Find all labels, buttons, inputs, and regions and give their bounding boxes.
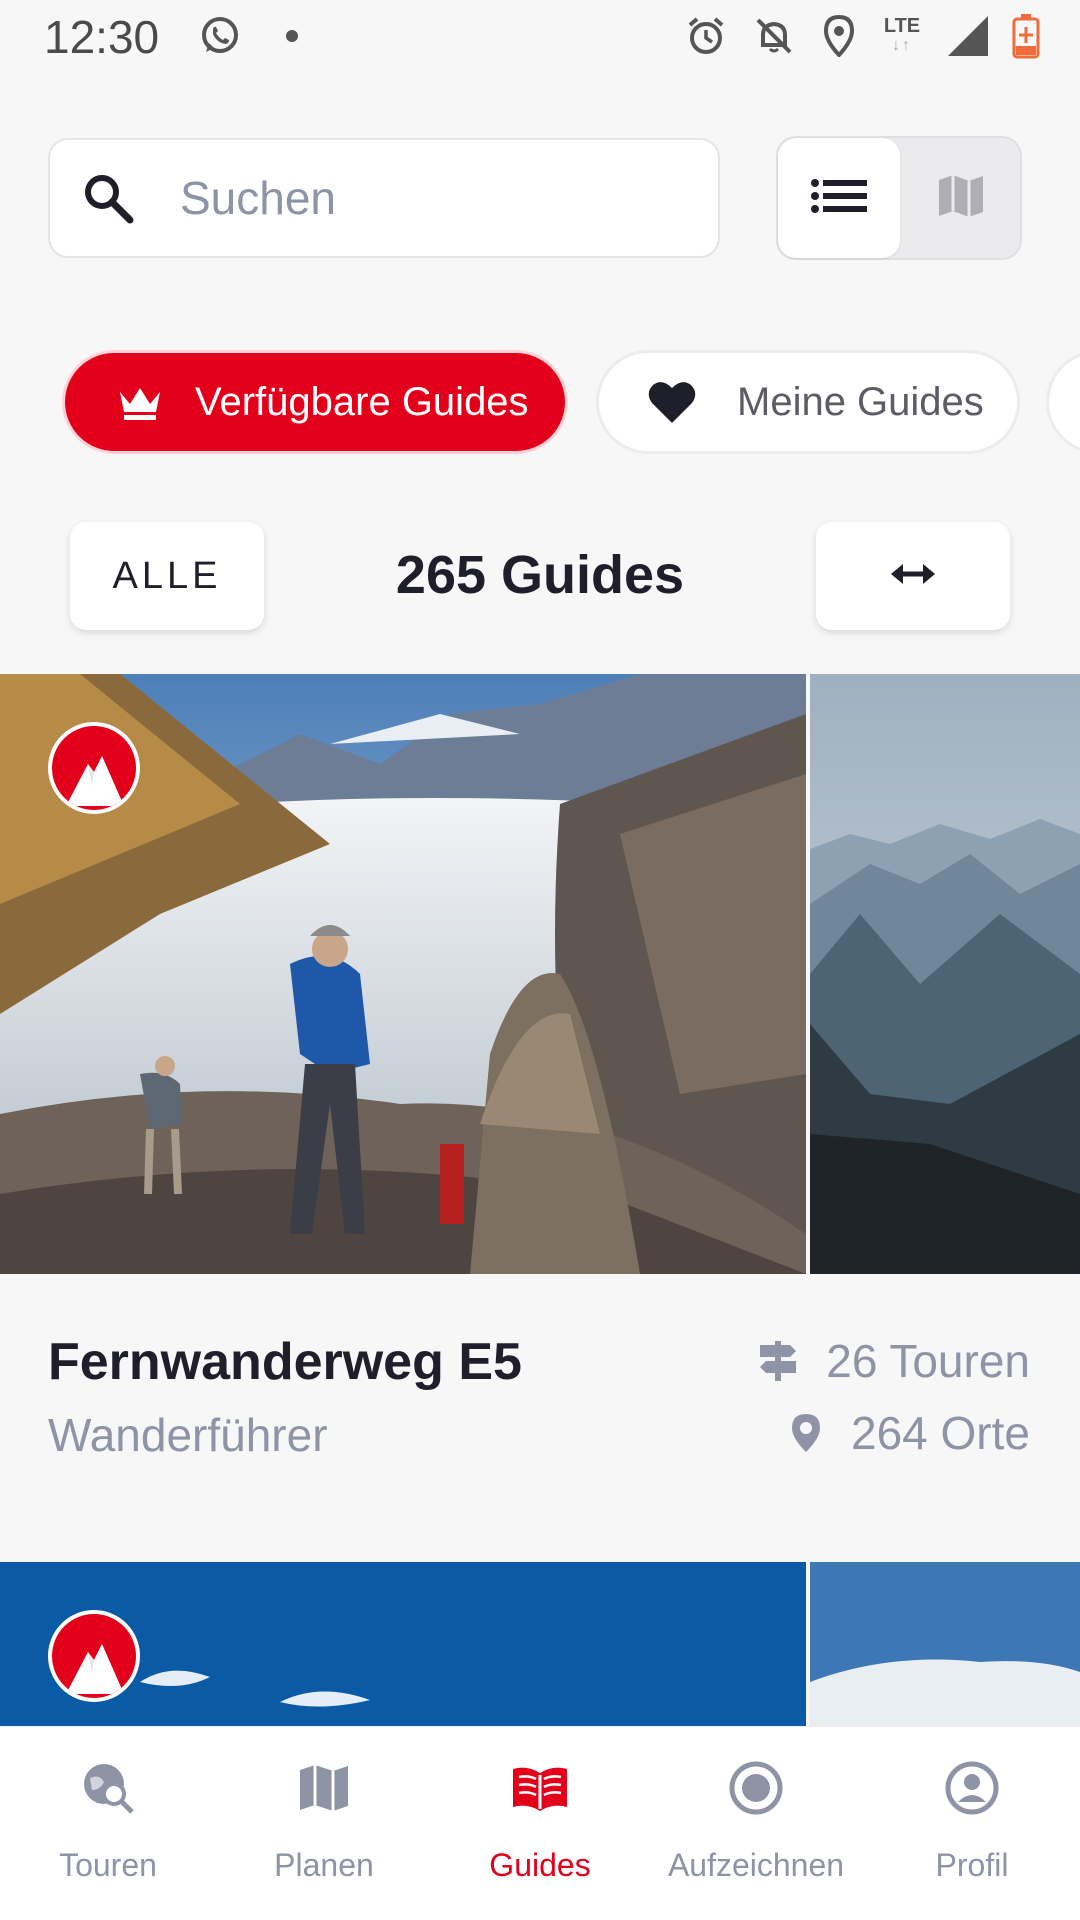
publisher-badge-icon-2 [48, 1610, 140, 1702]
notifications-off-icon [750, 12, 798, 60]
status-bar: 12:30 LTE ↓↑ [0, 0, 1080, 75]
search-bar[interactable] [48, 138, 720, 258]
publisher-badge-icon [48, 722, 140, 814]
signpost-icon [758, 1339, 798, 1383]
search-input[interactable] [180, 171, 660, 225]
battery-charging-icon [1008, 12, 1044, 60]
guide-image-secondary-2[interactable] [810, 1562, 1080, 1728]
map-icon [937, 172, 985, 225]
guide-title[interactable]: Fernwanderweg E5 [48, 1332, 522, 1392]
chip-more[interactable] [1046, 350, 1080, 454]
guide-places-count: 264 Orte [851, 1407, 1030, 1459]
lte-arrows: ↓↑ [892, 37, 912, 54]
nav-label-planen: Planen [274, 1847, 374, 1883]
status-time: 12:30 [44, 11, 160, 63]
guide-places-stat: 264 Orte [789, 1406, 1030, 1460]
nav-aufzeichnen[interactable]: Aufzeichnen [648, 1727, 864, 1920]
list-view-button[interactable] [778, 138, 900, 258]
nav-profil[interactable]: Profil [864, 1727, 1080, 1920]
app-screen: 12:30 LTE ↓↑ Suchen Verfügbare Guides Me… [0, 0, 1080, 1920]
whatsapp-icon [196, 12, 244, 60]
search-icon [80, 170, 136, 226]
nav-label-touren: Touren [59, 1847, 157, 1883]
lte-label: LTE [883, 15, 921, 37]
nav-touren[interactable]: Touren [0, 1727, 216, 1920]
location-icon [818, 12, 860, 60]
horizontal-arrows-icon [889, 560, 937, 593]
nav-planen[interactable]: Planen [216, 1727, 432, 1920]
profile-icon [941, 1757, 1003, 1819]
chip-my-guides-label: Meine Guides [737, 379, 984, 424]
location-pin-icon [789, 1412, 823, 1454]
guide-image-main[interactable] [0, 674, 806, 1274]
map-view-button[interactable] [900, 138, 1022, 258]
heart-icon [647, 377, 697, 427]
notification-dot-icon [280, 12, 304, 60]
view-toggle [776, 136, 1022, 260]
nav-label-aufzeichnen: Aufzeichnen [667, 1847, 845, 1883]
nav-guides[interactable]: Guides [432, 1727, 648, 1920]
chip-available-guides[interactable]: Verfügbare Guides [62, 350, 568, 454]
record-icon [725, 1757, 787, 1819]
guide-tours-stat: 26 Touren [758, 1334, 1030, 1388]
nav-label-profil: Profil [935, 1847, 1009, 1883]
filter-all-button[interactable]: ALLE [70, 522, 264, 630]
tour-search-icon [77, 1757, 139, 1819]
signal-icon [944, 12, 992, 60]
guide-image-main-2[interactable] [0, 1562, 806, 1728]
guide-subtitle: Wanderführer [48, 1409, 328, 1461]
guides-count: 265 Guides [395, 545, 685, 605]
crown-icon [115, 377, 165, 427]
chip-available-label: Verfügbare Guides [195, 379, 529, 424]
list-icon [811, 178, 867, 218]
map-icon [293, 1757, 355, 1819]
bottom-navigation: Touren Planen Guides Aufzeichnen Profil [0, 1726, 1080, 1920]
lte-icon: LTE ↓↑ [876, 12, 928, 60]
nav-label-guides: Guides [489, 1847, 591, 1883]
guide-tours-count: 26 Touren [826, 1335, 1030, 1387]
chip-my-guides[interactable]: Meine Guides [596, 350, 1020, 454]
guide-image-secondary[interactable] [810, 674, 1080, 1274]
layout-toggle-button[interactable] [816, 522, 1010, 630]
alarm-icon [682, 12, 730, 60]
book-icon [509, 1757, 571, 1819]
